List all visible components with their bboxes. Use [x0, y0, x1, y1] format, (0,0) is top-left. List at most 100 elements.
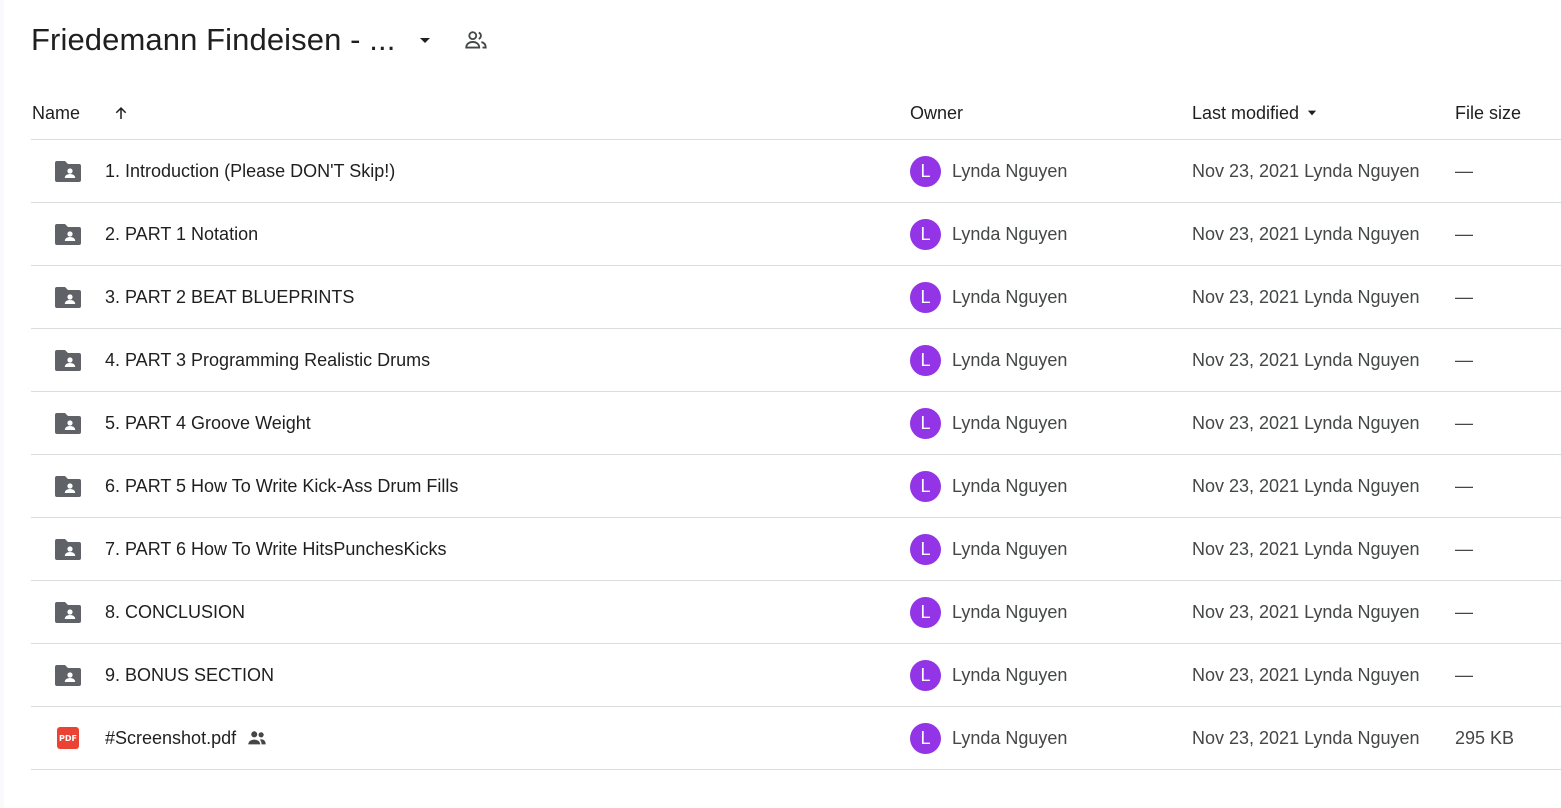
owner-cell: L Lynda Nguyen [910, 329, 1067, 391]
file-name[interactable]: 3. PART 2 BEAT BLUEPRINTS [105, 287, 354, 308]
file-name[interactable]: 8. CONCLUSION [105, 602, 245, 623]
file-row[interactable]: 6. PART 5 How To Write Kick-Ass Drum Fil… [31, 454, 1561, 517]
file-row[interactable]: PDF #Screenshot.pdf L Lynda Nguyen Nov 23, 2… [31, 706, 1561, 770]
file-name-cell[interactable]: 5. PART 4 Groove Weight [105, 392, 311, 454]
file-size-cell: — [1455, 160, 1473, 181]
avatar[interactable]: L [910, 533, 941, 565]
column-header-name[interactable]: Name [32, 88, 80, 138]
file-name-cell[interactable]: 9. BONUS SECTION [105, 644, 274, 706]
last-modified-cell: Nov 23, 2021 Lynda Nguyen [1192, 727, 1420, 748]
avatar[interactable]: L [910, 344, 941, 376]
file-name-cell[interactable]: #Screenshot.pdf [105, 707, 268, 769]
file-row[interactable]: 1. Introduction (Please DON'T Skip!) L Lyn… [31, 139, 1561, 202]
file-name[interactable]: 6. PART 5 How To Write Kick-Ass Drum Fil… [105, 476, 458, 497]
file-name[interactable]: 2. PART 1 Notation [105, 224, 258, 245]
shared-folder-icon [54, 285, 82, 309]
owner-name: Lynda Nguyen [952, 286, 1068, 307]
owner-name: Lynda Nguyen [952, 223, 1068, 244]
column-header-last-modified[interactable]: Last modified [1192, 88, 1319, 138]
file-row[interactable]: 5. PART 4 Groove Weight L Lynda Nguyen Nov … [31, 391, 1561, 454]
pdf-icon: PDF [57, 727, 79, 749]
shared-folder-icon [54, 474, 82, 498]
file-type-icon-cell [54, 518, 82, 580]
file-list: 1. Introduction (Please DON'T Skip!) L Lyn… [31, 139, 1561, 770]
owner-name: Lynda Nguyen [952, 538, 1068, 559]
avatar[interactable]: L [910, 218, 941, 250]
sort-arrow-up-icon[interactable] [110, 88, 132, 138]
shared-folder-icon [54, 159, 82, 183]
last-modified-cell: Nov 23, 2021 Lynda Nguyen [1192, 475, 1420, 496]
owner-cell: L Lynda Nguyen [910, 707, 1067, 769]
last-modified-cell: Nov 23, 2021 Lynda Nguyen [1192, 412, 1420, 433]
owner-name: Lynda Nguyen [952, 412, 1068, 433]
owner-cell: L Lynda Nguyen [910, 392, 1067, 454]
file-name-cell[interactable]: 1. Introduction (Please DON'T Skip!) [105, 140, 395, 202]
file-size-cell: — [1455, 538, 1473, 559]
file-type-icon-cell: PDF [54, 707, 82, 769]
owner-cell: L Lynda Nguyen [910, 455, 1067, 517]
avatar[interactable]: L [910, 596, 941, 628]
arrow-drop-down-icon[interactable] [413, 28, 437, 52]
file-name[interactable]: 9. BONUS SECTION [105, 665, 274, 686]
avatar[interactable]: L [910, 281, 941, 313]
file-name-cell[interactable]: 6. PART 5 How To Write Kick-Ass Drum Fil… [105, 455, 458, 517]
shared-people-icon [246, 727, 268, 749]
shared-folder-icon [54, 411, 82, 435]
file-row[interactable]: 7. PART 6 How To Write HitsPunchesKicks L… [31, 517, 1561, 580]
owner-cell: L Lynda Nguyen [910, 644, 1067, 706]
column-header-row: Name Owner Last modified File size [31, 88, 1561, 138]
owner-name: Lynda Nguyen [952, 160, 1068, 181]
file-size-cell: — [1455, 664, 1473, 685]
shared-folder-icon [54, 222, 82, 246]
avatar[interactable]: L [910, 722, 941, 754]
last-modified-cell: Nov 23, 2021 Lynda Nguyen [1192, 349, 1420, 370]
file-size-cell: — [1455, 412, 1473, 433]
folder-title[interactable]: Friedemann Findeisen - ... [31, 22, 395, 58]
file-size-cell: — [1455, 223, 1473, 244]
file-row[interactable]: 9. BONUS SECTION L Lynda Nguyen Nov 23, 202… [31, 643, 1561, 706]
file-name-cell[interactable]: 4. PART 3 Programming Realistic Drums [105, 329, 430, 391]
column-header-file-size[interactable]: File size [1455, 88, 1521, 138]
file-type-icon-cell [54, 644, 82, 706]
owner-cell: L Lynda Nguyen [910, 140, 1067, 202]
last-modified-cell: Nov 23, 2021 Lynda Nguyen [1192, 286, 1420, 307]
file-row[interactable]: 3. PART 2 BEAT BLUEPRINTS L Lynda Nguyen No… [31, 265, 1561, 328]
file-type-icon-cell [54, 266, 82, 328]
file-type-icon-cell [54, 455, 82, 517]
last-modified-cell: Nov 23, 2021 Lynda Nguyen [1192, 538, 1420, 559]
file-size-cell: — [1455, 286, 1473, 307]
file-row[interactable]: 8. CONCLUSION L Lynda Nguyen Nov 23, 2021 L… [31, 580, 1561, 643]
shared-folder-icon [54, 600, 82, 624]
avatar[interactable]: L [910, 407, 941, 439]
column-header-owner[interactable]: Owner [910, 88, 963, 138]
file-name[interactable]: 1. Introduction (Please DON'T Skip!) [105, 161, 395, 182]
owner-cell: L Lynda Nguyen [910, 518, 1067, 580]
owner-cell: L Lynda Nguyen [910, 581, 1067, 643]
avatar[interactable]: L [910, 155, 941, 187]
file-name-cell[interactable]: 2. PART 1 Notation [105, 203, 258, 265]
owner-name: Lynda Nguyen [952, 601, 1068, 622]
people-icon[interactable] [463, 27, 489, 53]
file-name-cell[interactable]: 3. PART 2 BEAT BLUEPRINTS [105, 266, 354, 328]
file-name[interactable]: #Screenshot.pdf [105, 728, 236, 749]
last-modified-cell: Nov 23, 2021 Lynda Nguyen [1192, 160, 1420, 181]
file-row[interactable]: 2. PART 1 Notation L Lynda Nguyen Nov 23, 2… [31, 202, 1561, 265]
sort-dropdown-icon [1307, 110, 1317, 116]
file-name[interactable]: 4. PART 3 Programming Realistic Drums [105, 350, 430, 371]
file-type-icon-cell [54, 581, 82, 643]
file-name[interactable]: 7. PART 6 How To Write HitsPunchesKicks [105, 539, 446, 560]
file-size-cell: — [1455, 475, 1473, 496]
file-name-cell[interactable]: 8. CONCLUSION [105, 581, 245, 643]
shared-folder-icon [54, 537, 82, 561]
avatar[interactable]: L [910, 470, 941, 502]
file-name-cell[interactable]: 7. PART 6 How To Write HitsPunchesKicks [105, 518, 446, 580]
avatar[interactable]: L [910, 659, 941, 691]
owner-name: Lynda Nguyen [952, 664, 1068, 685]
shared-folder-icon [54, 348, 82, 372]
file-row[interactable]: 4. PART 3 Programming Realistic Drums L Ly… [31, 328, 1561, 391]
file-name[interactable]: 5. PART 4 Groove Weight [105, 413, 311, 434]
file-type-icon-cell [54, 392, 82, 454]
file-size-cell: 295 KB [1455, 727, 1515, 748]
folder-header: Friedemann Findeisen - ... [31, 18, 489, 62]
file-type-icon-cell [54, 329, 82, 391]
